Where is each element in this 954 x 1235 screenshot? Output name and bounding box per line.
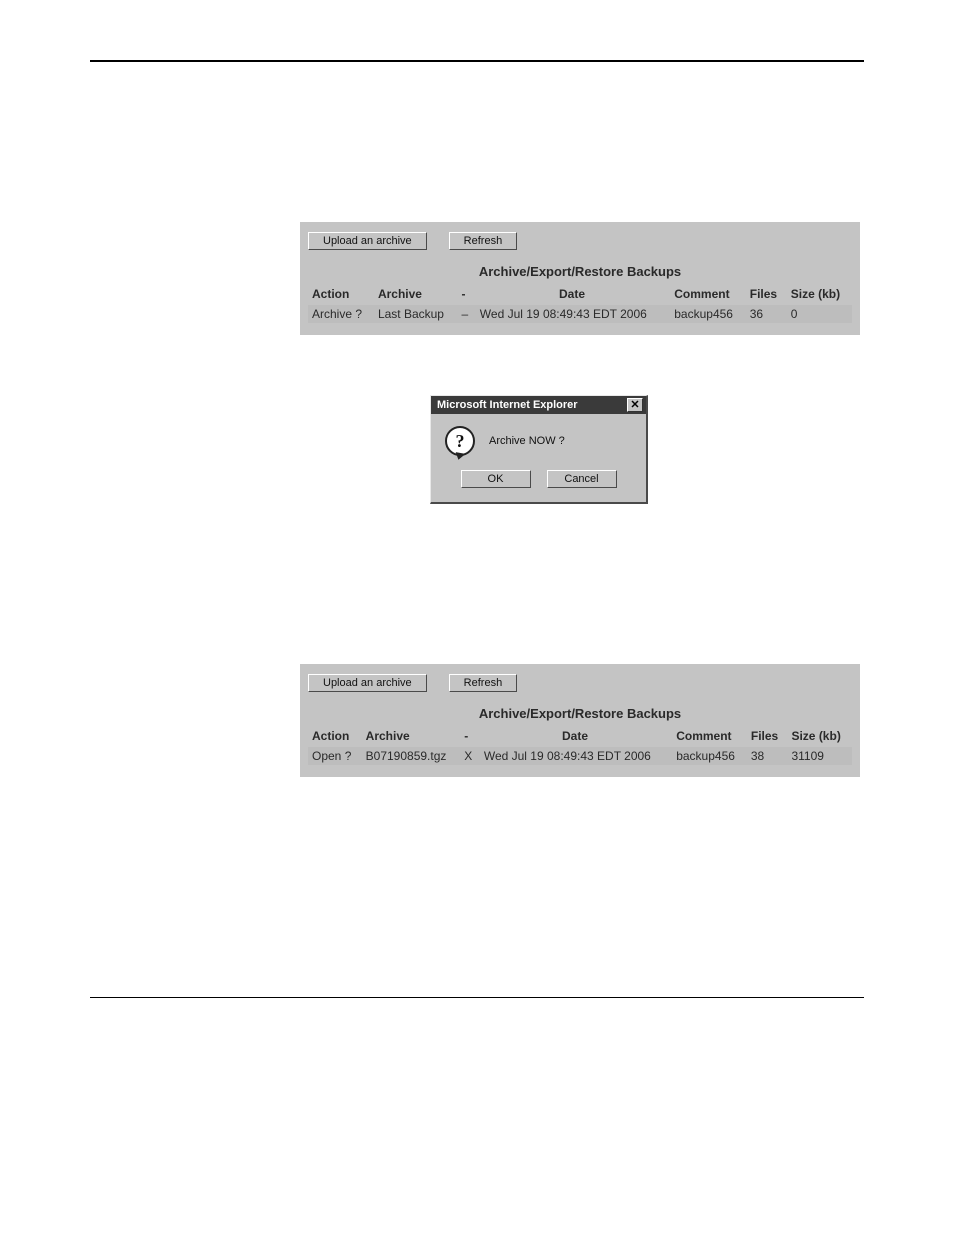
question-icon: ? [445,426,475,456]
backup-table: Action Archive - Date Comment Files Size… [308,727,852,765]
cell-dash[interactable]: X [460,747,480,765]
col-files: Files [746,285,787,305]
confirm-dialog: Microsoft Internet Explorer ✕ ? Archive … [430,395,648,504]
cell-comment: backup456 [672,747,747,765]
panel-title: Archive/Export/Restore Backups [308,260,852,285]
col-date: Date [480,727,672,747]
cell-dash: – [457,305,475,323]
close-icon[interactable]: ✕ [627,398,643,412]
backup-panel-1: Upload an archive Refresh Archive/Export… [300,222,860,335]
dialog-titlebar: Microsoft Internet Explorer ✕ [431,396,646,414]
upload-archive-button[interactable]: Upload an archive [308,232,427,250]
cell-size: 31109 [787,747,852,765]
col-date: Date [476,285,670,305]
cancel-button[interactable]: Cancel [547,470,617,488]
backup-panel-2: Upload an archive Refresh Archive/Export… [300,664,860,777]
panel-title: Archive/Export/Restore Backups [308,702,852,727]
dialog-title: Microsoft Internet Explorer [437,399,578,411]
ok-button[interactable]: OK [461,470,531,488]
col-action: Action [308,285,374,305]
upload-archive-button[interactable]: Upload an archive [308,674,427,692]
table-row: Open ? B07190859.tgz X Wed Jul 19 08:49:… [308,747,852,765]
col-files: Files [747,727,788,747]
dialog-message: Archive NOW ? [489,435,565,447]
cell-files: 36 [746,305,787,323]
col-comment: Comment [672,727,747,747]
col-action: Action [308,727,362,747]
backup-table: Action Archive - Date Comment Files Size… [308,285,852,323]
table-row: Archive ? Last Backup – Wed Jul 19 08:49… [308,305,852,323]
col-comment: Comment [670,285,745,305]
cell-files: 38 [747,747,788,765]
refresh-button[interactable]: Refresh [449,232,518,250]
col-archive: Archive [374,285,458,305]
col-dash: - [460,727,480,747]
cell-size: 0 [787,305,852,323]
col-dash: - [457,285,475,305]
cell-archive: Last Backup [374,305,458,323]
refresh-button[interactable]: Refresh [449,674,518,692]
cell-date: Wed Jul 19 08:49:43 EDT 2006 [480,747,672,765]
cell-archive: B07190859.tgz [362,747,461,765]
cell-action[interactable]: Open ? [308,747,362,765]
col-size: Size (kb) [787,727,852,747]
cell-date: Wed Jul 19 08:49:43 EDT 2006 [476,305,670,323]
cell-action[interactable]: Archive ? [308,305,374,323]
col-archive: Archive [362,727,461,747]
cell-comment: backup456 [670,305,745,323]
col-size: Size (kb) [787,285,852,305]
bottom-rule [90,997,864,998]
